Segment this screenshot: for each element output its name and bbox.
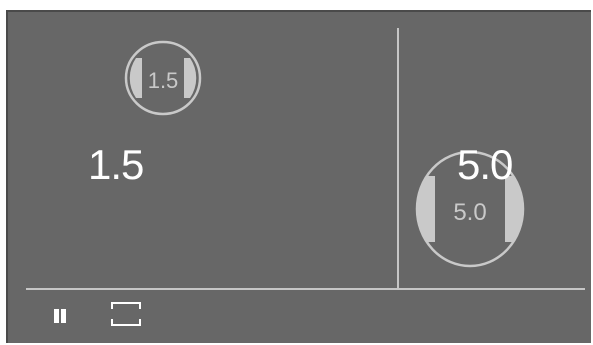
right-dial-label: 5.0 [453,199,487,226]
left-value-label: 1.5 [88,141,144,188]
player-frame: 1.5 1.5 5.0 5.0 [6,10,591,343]
pause-button[interactable] [52,308,68,324]
control-bar [8,290,591,343]
pause-icon [54,309,66,323]
left-dial-label: 1.5 [147,68,179,93]
right-panel: 5.0 5.0 [399,12,591,288]
left-panel: 1.5 1.5 [8,12,397,288]
right-value-label: 5.0 [457,141,513,188]
fullscreen-icon [111,302,141,326]
fullscreen-button[interactable] [110,300,142,328]
